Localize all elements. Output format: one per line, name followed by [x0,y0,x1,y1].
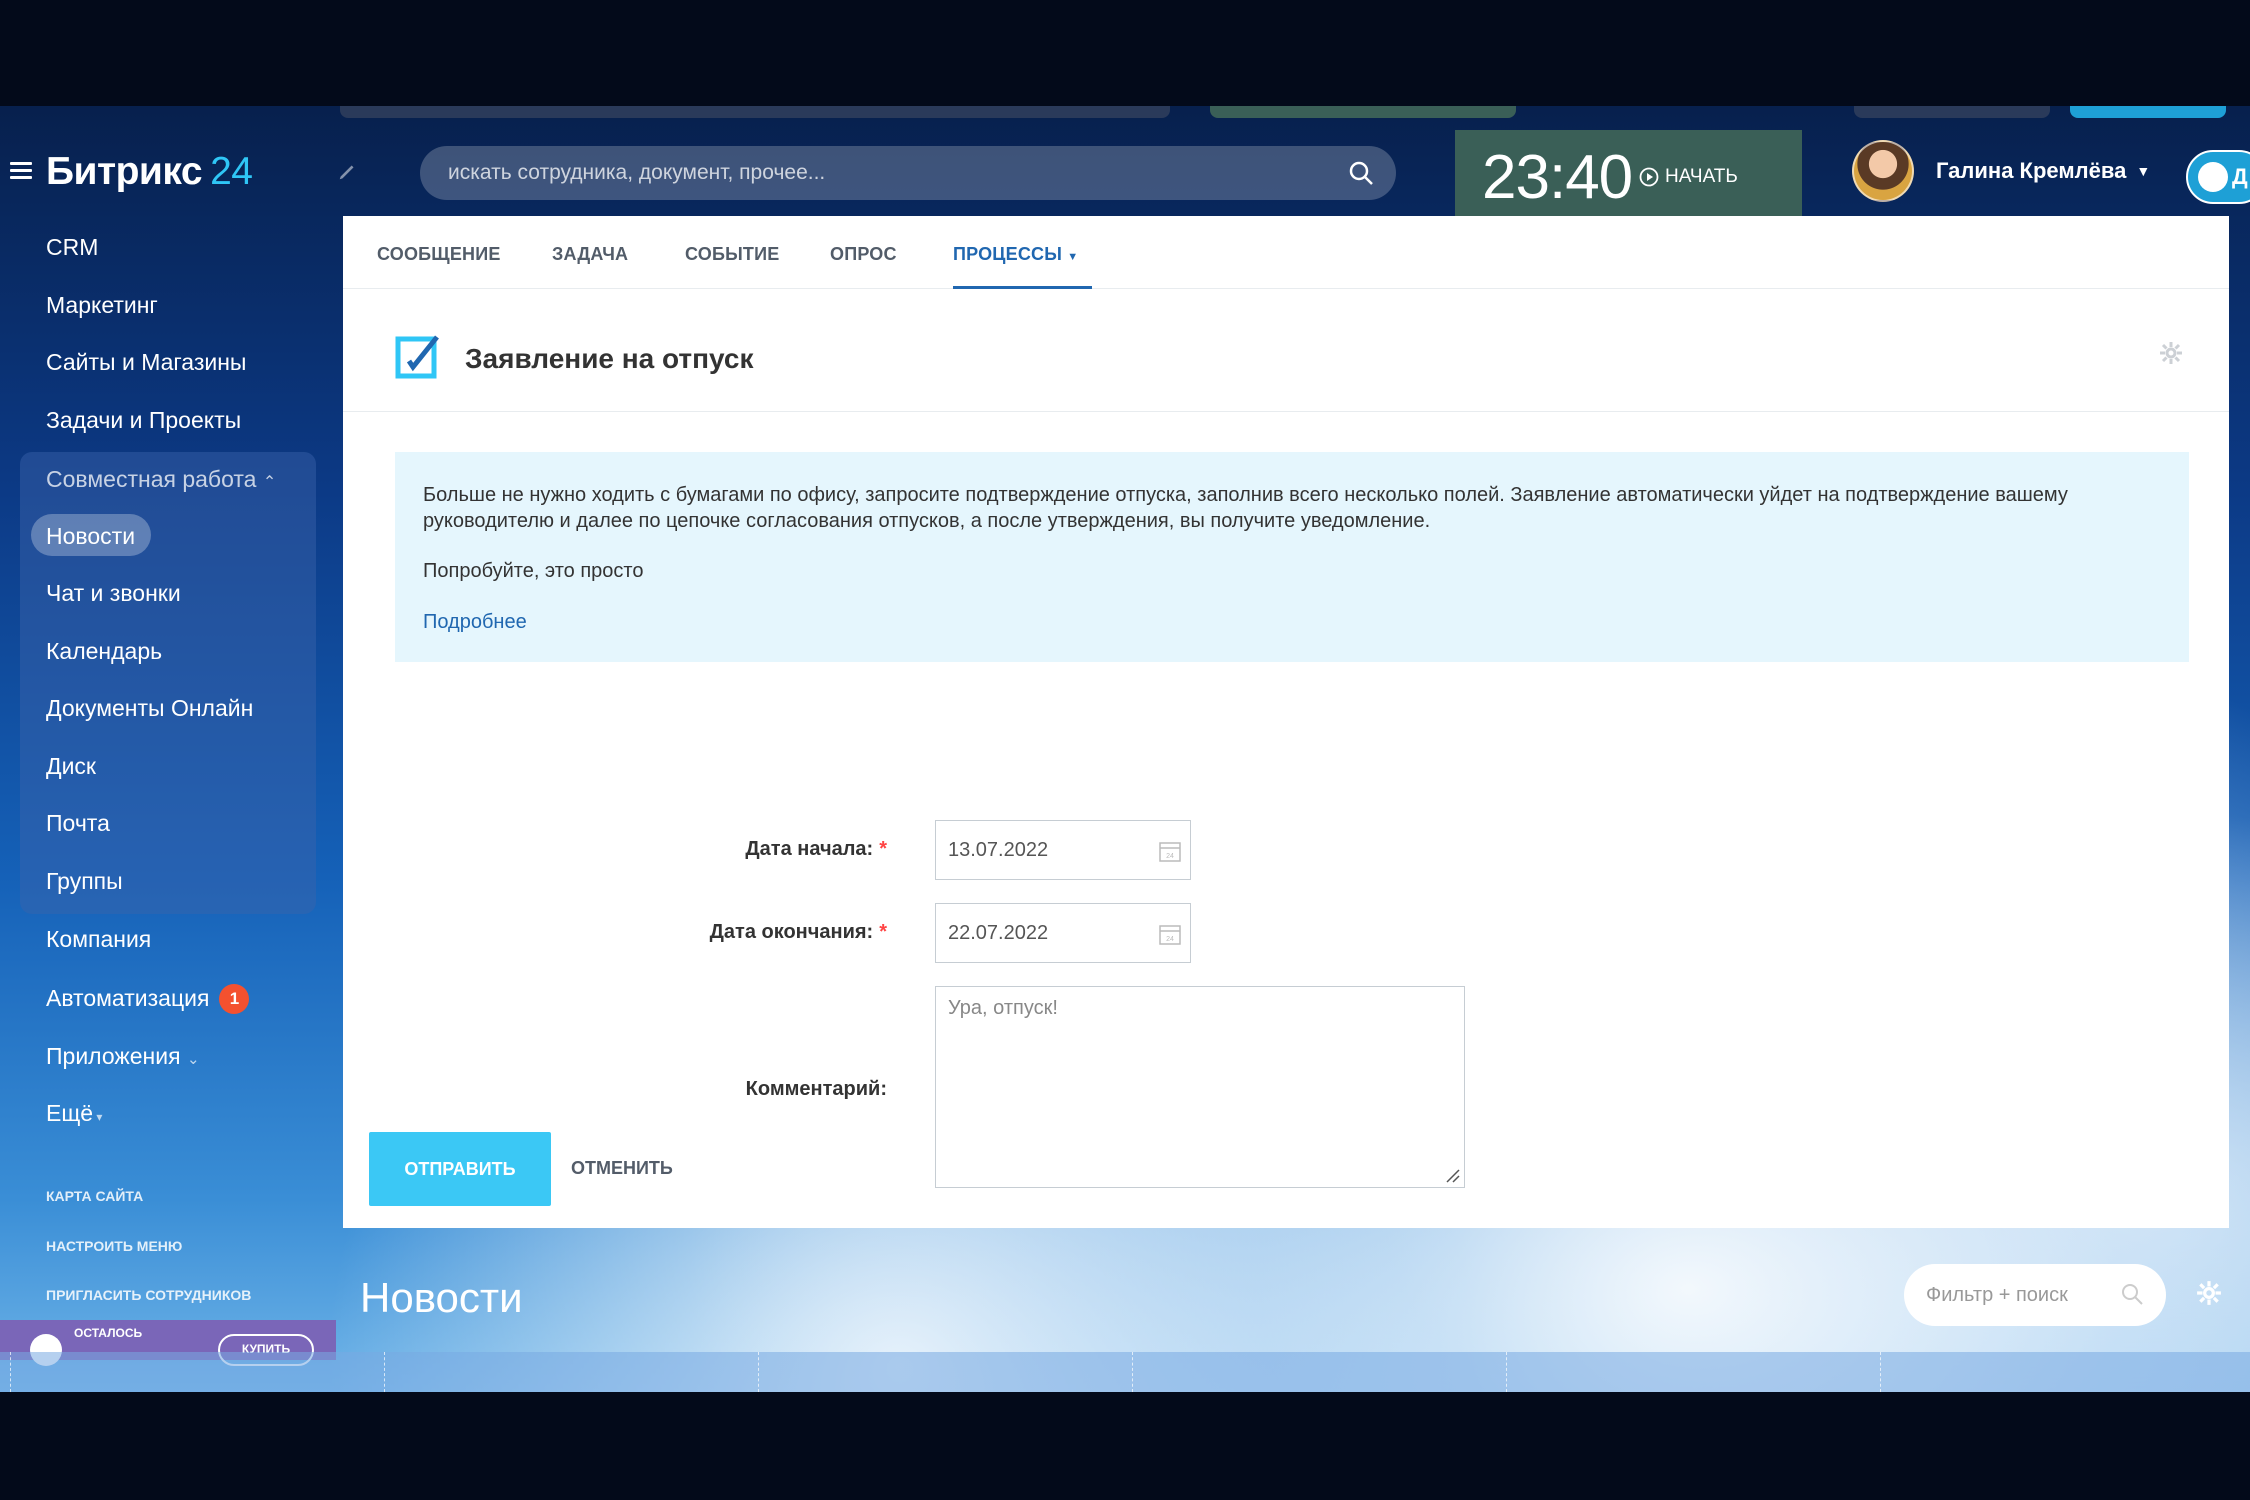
filter-search[interactable]: Фильтр + поиск [1904,1264,2166,1326]
feed-form-card: СООБЩЕНИЕ ЗАДАЧА СОБЫТИЕ ОПРОС ПРОЦЕССЫ … [343,216,2229,1228]
end-date-field[interactable]: 22.07.2022 24 [935,903,1191,963]
sidebar-item-chat[interactable]: Чат и звонки [46,580,181,607]
chevron-up-icon: ⌃ [262,474,277,491]
tab-poll[interactable]: ОПРОС [830,244,897,265]
gear-icon[interactable] [2196,1280,2222,1306]
tab-processes[interactable]: ПРОЦЕССЫ ▼ [953,244,1093,289]
svg-text:24: 24 [1166,936,1174,943]
divider [10,1352,11,1392]
search-icon[interactable] [2120,1282,2144,1306]
work-clock[interactable]: 23:40 НАЧАТЬ [1455,130,1802,226]
global-search[interactable] [420,146,1396,200]
avatar[interactable] [1852,140,1914,202]
sitemap-link[interactable]: КАРТА САЙТА [46,1188,143,1204]
divider [758,1352,759,1392]
info-try: Попробуйте, это просто [423,560,644,582]
chevron-down-icon: ▾ [93,1110,103,1124]
sidebar-item-disk[interactable]: Диск [46,753,96,780]
left-sidebar: CRM Маркетинг Сайты и Магазины Задачи и … [0,214,330,1392]
chevron-down-icon[interactable]: ▼ [2136,163,2150,179]
info-text: Больше не нужно ходить с бумагами по офи… [423,484,2068,532]
search-icon[interactable] [1348,160,1374,186]
post-type-tabs: СООБЩЕНИЕ ЗАДАЧА СОБЫТИЕ ОПРОС ПРОЦЕССЫ … [343,216,2229,289]
sidebar-item-tasks[interactable]: Задачи и Проекты [46,407,241,434]
sidebar-item-company[interactable]: Компания [46,926,151,953]
configure-menu-link[interactable]: НАСТРОИТЬ МЕНЮ [46,1238,182,1254]
divider [1880,1352,1881,1392]
pencil-icon[interactable] [337,160,359,182]
app-screen: Битрикс24 23:40 НАЧАТЬ Галина Кремлёва ▼… [0,106,2250,1392]
tab-task[interactable]: ЗАДАЧА [552,244,628,265]
play-icon [1639,167,1659,187]
start-date-field[interactable]: 13.07.2022 24 [935,820,1191,880]
calendar-icon[interactable]: 24 [1158,839,1182,863]
calendar-icon[interactable]: 24 [1158,922,1182,946]
page-title: Новости [360,1274,523,1321]
sidebar-item-sites[interactable]: Сайты и Магазины [46,349,246,376]
divider [1506,1352,1507,1392]
svg-text:24: 24 [1166,853,1174,860]
clock-time: 23:40 [1482,143,1633,212]
start-workday-button[interactable]: НАЧАТЬ [1639,166,1738,188]
sidebar-item-mail[interactable]: Почта [46,810,110,837]
start-date-label: Дата начала: * [745,838,887,860]
top-ghost-bar [340,106,1170,118]
chevron-down-icon: ▼ [1067,251,1079,263]
submit-button[interactable]: ОТПРАВИТЬ [369,1132,551,1206]
sidebar-item-calendar[interactable]: Календарь [46,638,162,665]
sidebar-item-apps[interactable]: Приложения ⌄ [46,1043,200,1070]
search-input[interactable] [420,160,1348,186]
top-ghost-clock [1210,106,1516,118]
chevron-down-icon: ⌄ [186,1051,200,1068]
top-ghost-user [1854,106,2050,118]
comment-textarea[interactable]: Ура, отпуск! [935,986,1465,1188]
user-menu[interactable]: Галина Кремлёва ▼ [1852,140,2150,202]
invite-users-link[interactable]: ПРИГЛАСИТЬ СОТРУДНИКОВ [46,1287,251,1303]
sidebar-item-groups[interactable]: Группы [46,868,123,895]
resize-handle-icon[interactable] [1444,1167,1460,1183]
sidebar-group-title[interactable]: Совместная работа ⌃ [46,466,276,493]
hamburger-menu-icon[interactable] [10,162,32,180]
divider [1132,1352,1133,1392]
sidebar-item-automation[interactable]: Автоматизация 1 [46,984,250,1014]
sidebar-item-news[interactable]: Новости [46,523,135,550]
top-ghost-chat [2070,106,2226,118]
form-header: Заявление на отпуск [343,289,2229,412]
sidebar-item-marketing[interactable]: Маркетинг [46,292,158,319]
chat-icon [2198,162,2228,192]
more-link[interactable]: Подробнее [423,609,2163,635]
gear-icon[interactable] [2159,341,2183,365]
edit-document-icon [395,335,439,379]
form-title: Заявление на отпуск [465,343,754,374]
notification-badge: 1 [219,984,250,1014]
tab-event[interactable]: СОБЫТИЕ [685,244,779,265]
chat-button[interactable]: Д [2186,150,2250,204]
top-header: Битрикс24 23:40 НАЧАТЬ Галина Кремлёва ▼… [0,118,2250,226]
end-date-label: Дата окончания: * [709,921,887,943]
tab-message[interactable]: СООБЩЕНИЕ [377,244,501,265]
user-name[interactable]: Галина Кремлёва [1936,158,2126,184]
divider [384,1352,385,1392]
sidebar-item-docs[interactable]: Документы Онлайн [46,695,253,722]
comment-label: Комментарий: [745,1078,887,1100]
bitrix-logo[interactable]: Битрикс 24 [46,150,253,194]
sidebar-item-more[interactable]: Ещё ▾ [46,1100,102,1127]
bottom-strip [0,1352,2250,1392]
cancel-button[interactable]: ОТМЕНИТЬ [571,1158,673,1179]
sidebar-item-crm[interactable]: CRM [46,234,98,261]
info-box: Больше не нужно ходить с бумагами по офи… [395,452,2189,662]
